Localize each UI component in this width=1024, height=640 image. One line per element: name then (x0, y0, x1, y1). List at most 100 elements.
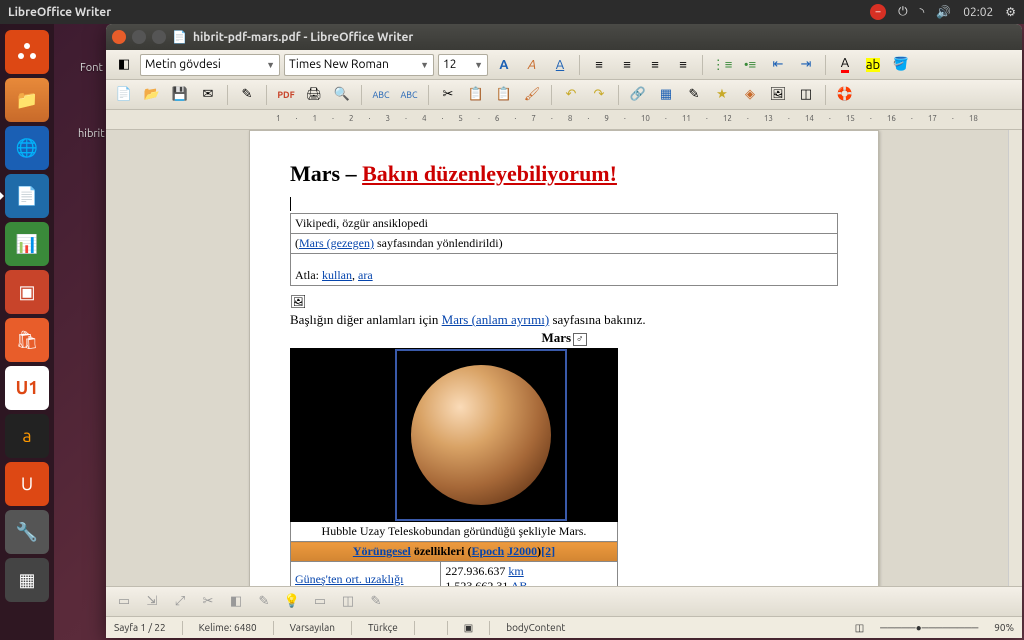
background-color-button[interactable]: 🪣 (889, 53, 913, 77)
status-body[interactable]: bodyContent (506, 622, 565, 633)
volume-icon[interactable]: 🔊 (936, 5, 951, 19)
bullet-list-button[interactable]: •≡ (738, 53, 762, 77)
doc-link[interactable]: ara (358, 268, 373, 282)
clock[interactable]: 02:02 (963, 6, 993, 19)
ubuntuone-icon[interactable]: U1 (5, 366, 49, 410)
edit-mode-button[interactable]: ✎ (235, 83, 259, 107)
email-button[interactable]: ✉ (196, 83, 220, 107)
dash-icon[interactable] (5, 30, 49, 74)
align-justify-button[interactable]: ≡ (671, 53, 695, 77)
find-button[interactable]: ★ (710, 83, 734, 107)
print-preview-button[interactable]: 🔍 (330, 83, 354, 107)
paragraph-style-combo[interactable]: Metin gövdesi▼ (140, 54, 280, 76)
open-button[interactable]: 📂 (140, 83, 164, 107)
auto-spellcheck-button[interactable]: ABC (397, 83, 421, 107)
status-lang[interactable]: Türkçe (368, 622, 398, 633)
amazon-icon[interactable]: a (5, 414, 49, 458)
doc-link[interactable]: Mars (gezegen) (299, 236, 374, 250)
save-button[interactable]: 💾 (168, 83, 192, 107)
italic-button[interactable]: A (520, 53, 544, 77)
heading-1[interactable]: Mars – Bakın düzenleyebiliyorum! (290, 161, 838, 187)
workspace-icon[interactable]: ▦ (5, 558, 49, 602)
status-page[interactable]: Sayfa 1 / 22 (114, 622, 166, 633)
zoom-percent[interactable]: 90% (994, 622, 1014, 633)
ctx-icon[interactable]: ✎ (252, 590, 276, 614)
spellcheck-button[interactable]: ABC (369, 83, 393, 107)
export-pdf-button[interactable]: PDF (274, 83, 298, 107)
meta-row-2[interactable]: (Mars (gezegen) sayfasından yönlendirild… (291, 234, 838, 254)
ctx-icon[interactable]: ✎ (364, 590, 388, 614)
decrease-indent-button[interactable]: ⇤ (766, 53, 790, 77)
hyperlink-button[interactable]: 🔗 (626, 83, 650, 107)
ctx-icon[interactable]: 💡 (280, 590, 304, 614)
ctx-icon[interactable]: ▭ (112, 590, 136, 614)
highlight-button[interactable]: ab (861, 53, 885, 77)
impress-icon[interactable]: ▣ (5, 270, 49, 314)
show-draw-button[interactable]: ✎ (682, 83, 706, 107)
disambig-line[interactable]: Başlığın diğer anlamları için Mars (anla… (290, 312, 838, 328)
minimize-icon[interactable] (132, 30, 146, 44)
files-icon[interactable]: 📁 (5, 78, 49, 122)
firefox-icon[interactable]: 🌐 (5, 126, 49, 170)
close-icon[interactable] (112, 30, 126, 44)
vertical-scrollbar[interactable] (1008, 130, 1022, 586)
font-color-button[interactable]: A (833, 53, 857, 77)
ctx-icon[interactable]: ▭ (308, 590, 332, 614)
maximize-icon[interactable] (152, 30, 166, 44)
align-center-button[interactable]: ≡ (615, 53, 639, 77)
new-document-button[interactable]: 📄 (112, 83, 136, 107)
cut-button[interactable]: ✂ (436, 83, 460, 107)
document-viewport[interactable]: Mars – Bakın düzenleyebiliyorum! Vikiped… (106, 130, 1022, 586)
numbered-list-button[interactable]: ⋮≡ (710, 53, 734, 77)
redo-button[interactable]: ↷ (587, 83, 611, 107)
document-page[interactable]: Mars – Bakın düzenleyebiliyorum! Vikiped… (249, 130, 879, 586)
font-size-combo[interactable]: 12▼ (438, 54, 488, 76)
horizontal-ruler[interactable]: 1·1·2·3·4·5·6·7·8·9·10·11·12·13·14·15·16… (106, 110, 1022, 130)
align-left-button[interactable]: ≡ (587, 53, 611, 77)
ctx-icon[interactable]: ⇲ (140, 590, 164, 614)
table-button[interactable]: ▦ (654, 83, 678, 107)
navigator-button[interactable]: ◈ (738, 83, 762, 107)
ubuntu-icon[interactable]: U (5, 462, 49, 506)
software-center-icon[interactable]: 🛍 (5, 318, 49, 362)
copy-button[interactable]: 📋 (464, 83, 488, 107)
ctx-icon[interactable]: ⤢ (168, 590, 192, 614)
format-paintbrush-button[interactable]: 🖌 (520, 83, 544, 107)
help-button[interactable]: 🛟 (833, 83, 857, 107)
ctx-icon[interactable]: ◫ (336, 590, 360, 614)
ctx-icon[interactable]: ✂ (196, 590, 220, 614)
styles-button[interactable]: ◧ (112, 53, 136, 77)
increase-indent-button[interactable]: ⇥ (794, 53, 818, 77)
system-topbar: LibreOffice Writer − ⏻ ◝ 🔊 02:02 ⚙ (0, 0, 1024, 24)
statusbar: Sayfa 1 / 22 Kelime: 6480 Varsayılan Tür… (106, 616, 1022, 638)
status-words[interactable]: Kelime: 6480 (199, 622, 257, 633)
ctx-icon[interactable]: ◧ (224, 590, 248, 614)
meta-row-3[interactable]: Atla: kullan, ara (291, 254, 838, 286)
font-name-combo[interactable]: Times New Roman▼ (284, 54, 434, 76)
calc-icon[interactable]: 📊 (5, 222, 49, 266)
zoom-slider[interactable]: ─────●──────── (880, 622, 978, 634)
status-icon[interactable]: ▣ (464, 622, 473, 634)
doc-link[interactable]: kullan (322, 268, 352, 282)
settings-icon[interactable]: 🔧 (5, 510, 49, 554)
wifi-icon[interactable]: ◝ (920, 5, 925, 19)
paste-button[interactable]: 📋 (492, 83, 516, 107)
doc-link[interactable]: Mars (anlam ayrımı) (442, 312, 550, 327)
meta-row-1[interactable]: Vikipedi, özgür ansiklopedi (291, 214, 838, 234)
battery-icon[interactable]: ⏻ (898, 5, 908, 19)
bold-button[interactable]: A (492, 53, 516, 77)
zoom-view-icon[interactable]: ◫ (855, 622, 864, 634)
undo-button[interactable]: ↶ (559, 83, 583, 107)
desktop-label-doc[interactable]: hibrit (78, 128, 105, 140)
print-button[interactable]: 🖨 (302, 83, 326, 107)
gallery-button[interactable]: 🖼 (766, 83, 790, 107)
window-titlebar[interactable]: 📄 hibrit-pdf-mars.pdf - LibreOffice Writ… (106, 24, 1022, 50)
desktop-label-font[interactable]: Font (80, 62, 103, 74)
writer-icon[interactable]: 📄 (5, 174, 49, 218)
underline-button[interactable]: A (548, 53, 572, 77)
status-style[interactable]: Varsayılan (290, 622, 335, 633)
align-right-button[interactable]: ≡ (643, 53, 667, 77)
notification-badge-icon[interactable]: − (870, 4, 886, 20)
data-sources-button[interactable]: ◫ (794, 83, 818, 107)
gear-icon[interactable]: ⚙ (1005, 5, 1016, 19)
